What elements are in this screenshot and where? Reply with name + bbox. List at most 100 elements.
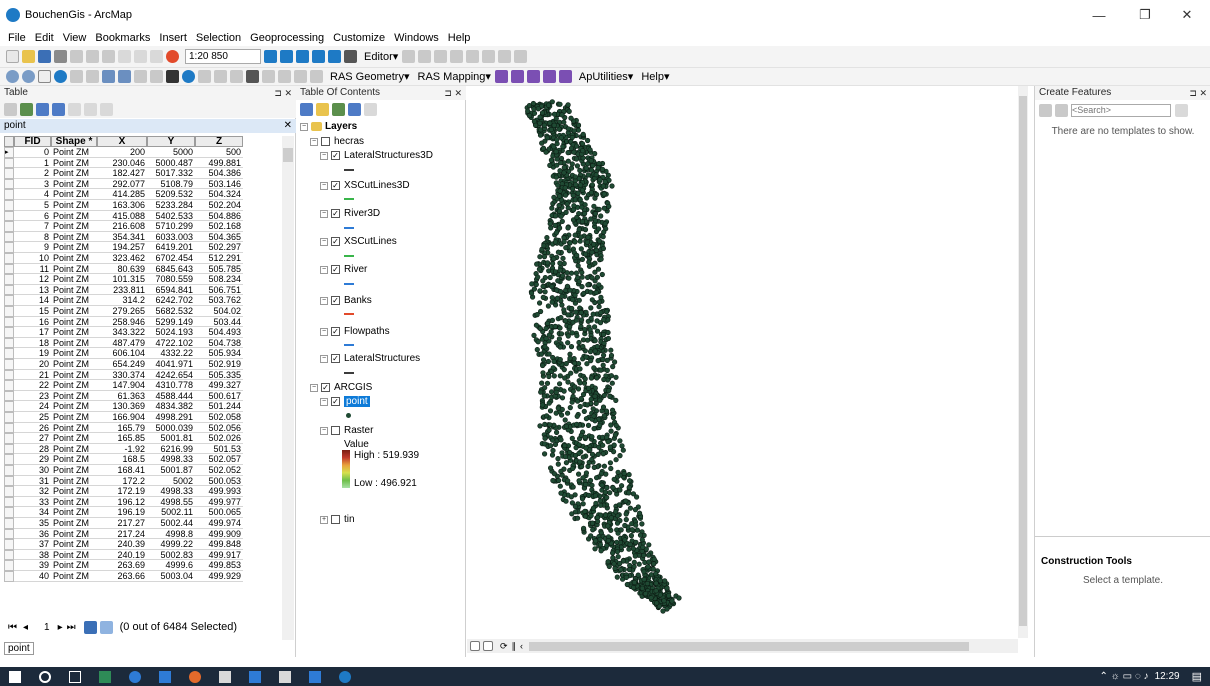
sketch-tool-icon[interactable] xyxy=(418,50,432,63)
cell-shape[interactable]: Point ZM xyxy=(51,221,97,232)
visibility-checkbox[interactable]: ✓ xyxy=(331,296,340,305)
straight-segment-icon[interactable] xyxy=(434,50,448,63)
cell-shape[interactable]: Point ZM xyxy=(51,295,97,306)
ras-help-menu[interactable]: Help▾ xyxy=(641,70,669,83)
collapse-icon[interactable]: − xyxy=(320,237,328,246)
collapse-icon[interactable]: − xyxy=(320,265,328,274)
row-selector[interactable] xyxy=(4,571,14,582)
cell-x[interactable]: 168.41 xyxy=(97,465,147,476)
outlook-icon[interactable] xyxy=(249,670,261,683)
row-selector[interactable] xyxy=(4,539,14,550)
row-selector[interactable] xyxy=(4,560,14,571)
map-view[interactable]: ⟳ ∥ ‹ xyxy=(467,86,1028,657)
arctoolbox-icon[interactable] xyxy=(328,50,341,63)
find-route-icon[interactable] xyxy=(262,70,275,83)
cell-fid[interactable]: 25 xyxy=(14,412,51,423)
cell-shape[interactable]: Point ZM xyxy=(51,497,97,508)
undo-icon[interactable] xyxy=(134,50,147,63)
row-selector[interactable] xyxy=(4,496,14,508)
cell-y[interactable]: 6594.841 xyxy=(147,285,195,296)
cell-fid[interactable]: 29 xyxy=(14,454,51,465)
collapse-icon[interactable]: − xyxy=(320,296,328,305)
cell-fid[interactable]: 36 xyxy=(14,529,51,540)
vertex-icon[interactable] xyxy=(450,50,464,63)
cell-fid[interactable]: 12 xyxy=(14,274,51,285)
row-selector[interactable] xyxy=(4,528,14,540)
cell-shape[interactable]: Point ZM xyxy=(51,253,97,264)
show-selected-records-icon[interactable] xyxy=(99,620,113,634)
cell-y[interactable]: 5000.487 xyxy=(147,158,195,169)
cell-x[interactable]: 263.66 xyxy=(97,571,147,582)
cell-fid[interactable]: 24 xyxy=(14,401,51,412)
cell-x[interactable]: 217.24 xyxy=(97,529,147,540)
cell-y[interactable]: 4998.291 xyxy=(147,412,195,423)
cell-shape[interactable]: Point ZM xyxy=(51,518,97,529)
cell-y[interactable]: 5002.83 xyxy=(147,550,195,561)
cell-shape[interactable]: Point ZM xyxy=(51,380,97,391)
mail-icon[interactable] xyxy=(279,670,291,683)
collapse-icon[interactable]: − xyxy=(300,122,308,131)
cell-x[interactable]: 147.904 xyxy=(97,380,147,391)
cell-x[interactable]: 196.19 xyxy=(97,507,147,518)
cell-x[interactable]: 80.639 xyxy=(97,264,147,275)
row-selector[interactable] xyxy=(4,401,14,412)
cell-fid[interactable]: 15 xyxy=(14,306,51,317)
visibility-checkbox[interactable]: ✓ xyxy=(331,354,340,363)
print-icon[interactable] xyxy=(54,50,67,63)
cell-z[interactable]: 504.886 xyxy=(195,211,243,222)
menu-file[interactable]: File xyxy=(8,32,26,44)
cell-x[interactable]: 182.427 xyxy=(97,168,147,179)
row-selector[interactable]: ▸ xyxy=(4,147,14,158)
cell-y[interactable]: 6216.99 xyxy=(147,444,195,455)
cell-z[interactable]: 501.244 xyxy=(195,401,243,412)
visibility-checkbox[interactable]: ✓ xyxy=(331,151,340,160)
visibility-checkbox[interactable]: ✓ xyxy=(331,265,340,274)
cell-x[interactable]: 217.27 xyxy=(97,518,147,529)
switch-selection-icon[interactable] xyxy=(52,102,65,116)
cell-shape[interactable]: Point ZM xyxy=(51,285,97,296)
filter-icon[interactable] xyxy=(1055,103,1068,117)
cell-fid[interactable]: 11 xyxy=(14,264,51,275)
ras-levee-icon[interactable] xyxy=(526,70,540,83)
excel-icon[interactable] xyxy=(99,670,111,683)
column-header-fid[interactable]: FID xyxy=(14,136,51,147)
collapse-icon[interactable]: − xyxy=(320,181,328,190)
cell-x[interactable]: 354.341 xyxy=(97,232,147,243)
scrollbar-thumb[interactable] xyxy=(283,148,293,162)
file-explorer-icon[interactable] xyxy=(159,670,171,683)
clear-selection-icon[interactable] xyxy=(150,70,163,83)
visibility-checkbox[interactable]: ✓ xyxy=(331,181,340,190)
word-icon[interactable] xyxy=(309,670,321,683)
ras-layer-icon[interactable] xyxy=(494,70,508,83)
cell-fid[interactable]: 40 xyxy=(14,571,51,582)
cell-x[interactable]: 101.315 xyxy=(97,274,147,285)
menu-windows[interactable]: Windows xyxy=(394,32,439,44)
catalog-icon[interactable] xyxy=(296,50,309,63)
last-record-icon[interactable]: ⏭ xyxy=(67,622,76,633)
cell-x[interactable]: 240.19 xyxy=(97,550,147,561)
cell-z[interactable]: 499.327 xyxy=(195,380,243,391)
close-tab-icon[interactable]: ✕ xyxy=(284,119,292,133)
hyperlink-icon[interactable] xyxy=(198,70,211,83)
zoom-in-icon[interactable] xyxy=(6,70,19,83)
cell-z[interactable]: 502.297 xyxy=(195,242,243,253)
row-selector[interactable] xyxy=(4,168,14,179)
cell-fid[interactable]: 1 xyxy=(14,158,51,169)
cell-y[interactable]: 5003.04 xyxy=(147,571,195,582)
cell-fid[interactable]: 6 xyxy=(14,211,51,222)
cell-x[interactable]: 314.2 xyxy=(97,295,147,306)
table-vertical-scrollbar[interactable] xyxy=(282,136,294,640)
previous-record-icon[interactable]: ◂ xyxy=(23,622,28,633)
cell-z[interactable]: 504.324 xyxy=(195,189,243,200)
cell-shape[interactable]: Point ZM xyxy=(51,232,97,243)
expand-icon[interactable]: + xyxy=(320,515,328,524)
layer-river[interactable]: − ✓ River xyxy=(320,264,367,275)
cell-y[interactable]: 4999.22 xyxy=(147,539,195,550)
row-selector[interactable] xyxy=(4,242,14,253)
column-header-y[interactable]: Y xyxy=(147,136,195,147)
cell-z[interactable]: 503.762 xyxy=(195,295,243,306)
cell-fid[interactable]: 34 xyxy=(14,507,51,518)
close-table-icon[interactable] xyxy=(100,102,113,116)
cell-z[interactable]: 503.44 xyxy=(195,317,243,328)
table-options-icon[interactable] xyxy=(4,102,17,116)
